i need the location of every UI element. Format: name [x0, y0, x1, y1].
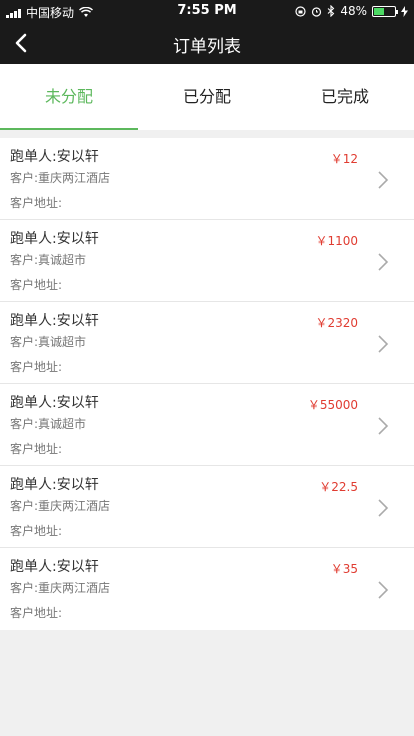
order-address: 客户地址:: [10, 524, 63, 538]
alarm-icon: [312, 6, 322, 17]
order-runner: 跑单人:安以轩: [10, 477, 99, 493]
order-address: 客户地址:: [10, 606, 63, 620]
battery-fill: [374, 7, 384, 15]
charging-icon: [401, 5, 408, 17]
order-customer: 客户:重庆两江酒店: [10, 499, 111, 513]
bluetooth-icon: [327, 5, 335, 17]
order-amount: ￥55000: [307, 398, 358, 412]
order-amount: ￥2320: [315, 316, 358, 330]
order-address: 客户地址:: [10, 196, 63, 210]
chevron-right-icon: [378, 499, 389, 517]
order-amount: ￥1100: [315, 234, 358, 248]
tab-unassigned[interactable]: 未分配: [0, 64, 138, 130]
order-amount: ￥22.5: [319, 480, 358, 494]
order-amount: ￥35: [330, 562, 358, 576]
order-item[interactable]: 跑单人:安以轩 客户:真诚超市 客户地址: ￥55000: [0, 384, 414, 466]
order-runner: 跑单人:安以轩: [10, 559, 99, 575]
chevron-right-icon: [378, 335, 389, 353]
tab-completed[interactable]: 已完成: [276, 64, 414, 130]
order-runner: 跑单人:安以轩: [10, 231, 99, 247]
battery-percent: 48%: [340, 4, 367, 18]
order-runner: 跑单人:安以轩: [10, 395, 99, 411]
tab-bar: 未分配 已分配 已完成: [0, 64, 414, 130]
chevron-right-icon: [378, 581, 389, 599]
page-title: 订单列表: [173, 37, 241, 57]
order-customer: 客户:重庆两江酒店: [10, 171, 111, 185]
status-bar: 中国移动 7:55 PM 48%: [0, 0, 414, 22]
chevron-right-icon: [378, 171, 389, 189]
order-address: 客户地址:: [10, 360, 63, 374]
order-address: 客户地址:: [10, 278, 63, 292]
order-customer: 客户:真诚超市: [10, 253, 87, 267]
battery-icon: [372, 5, 398, 17]
order-list: 跑单人:安以轩 客户:重庆两江酒店 客户地址: ￥12 跑单人:安以轩 客户:真…: [0, 138, 414, 630]
order-customer: 客户:重庆两江酒店: [10, 581, 111, 595]
order-item[interactable]: 跑单人:安以轩 客户:真诚超市 客户地址: ￥2320: [0, 302, 414, 384]
order-customer: 客户:真诚超市: [10, 335, 87, 349]
status-right: 48%: [295, 4, 408, 18]
order-address: 客户地址:: [10, 442, 63, 456]
order-item[interactable]: 跑单人:安以轩 客户:重庆两江酒店 客户地址: ￥22.5: [0, 466, 414, 548]
nav-bar: 订单列表: [0, 22, 414, 64]
order-runner: 跑单人:安以轩: [10, 313, 99, 329]
order-runner: 跑单人:安以轩: [10, 149, 99, 165]
order-item[interactable]: 跑单人:安以轩 客户:真诚超市 客户地址: ￥1100: [0, 220, 414, 302]
order-item[interactable]: 跑单人:安以轩 客户:重庆两江酒店 客户地址: ￥35: [0, 548, 414, 630]
order-amount: ￥12: [330, 152, 358, 166]
order-item[interactable]: 跑单人:安以轩 客户:重庆两江酒店 客户地址: ￥12: [0, 138, 414, 220]
chevron-right-icon: [378, 417, 389, 435]
order-customer: 客户:真诚超市: [10, 417, 87, 431]
chevron-right-icon: [378, 253, 389, 271]
lock-rotation-icon: [295, 5, 306, 17]
tab-assigned[interactable]: 已分配: [138, 64, 276, 130]
